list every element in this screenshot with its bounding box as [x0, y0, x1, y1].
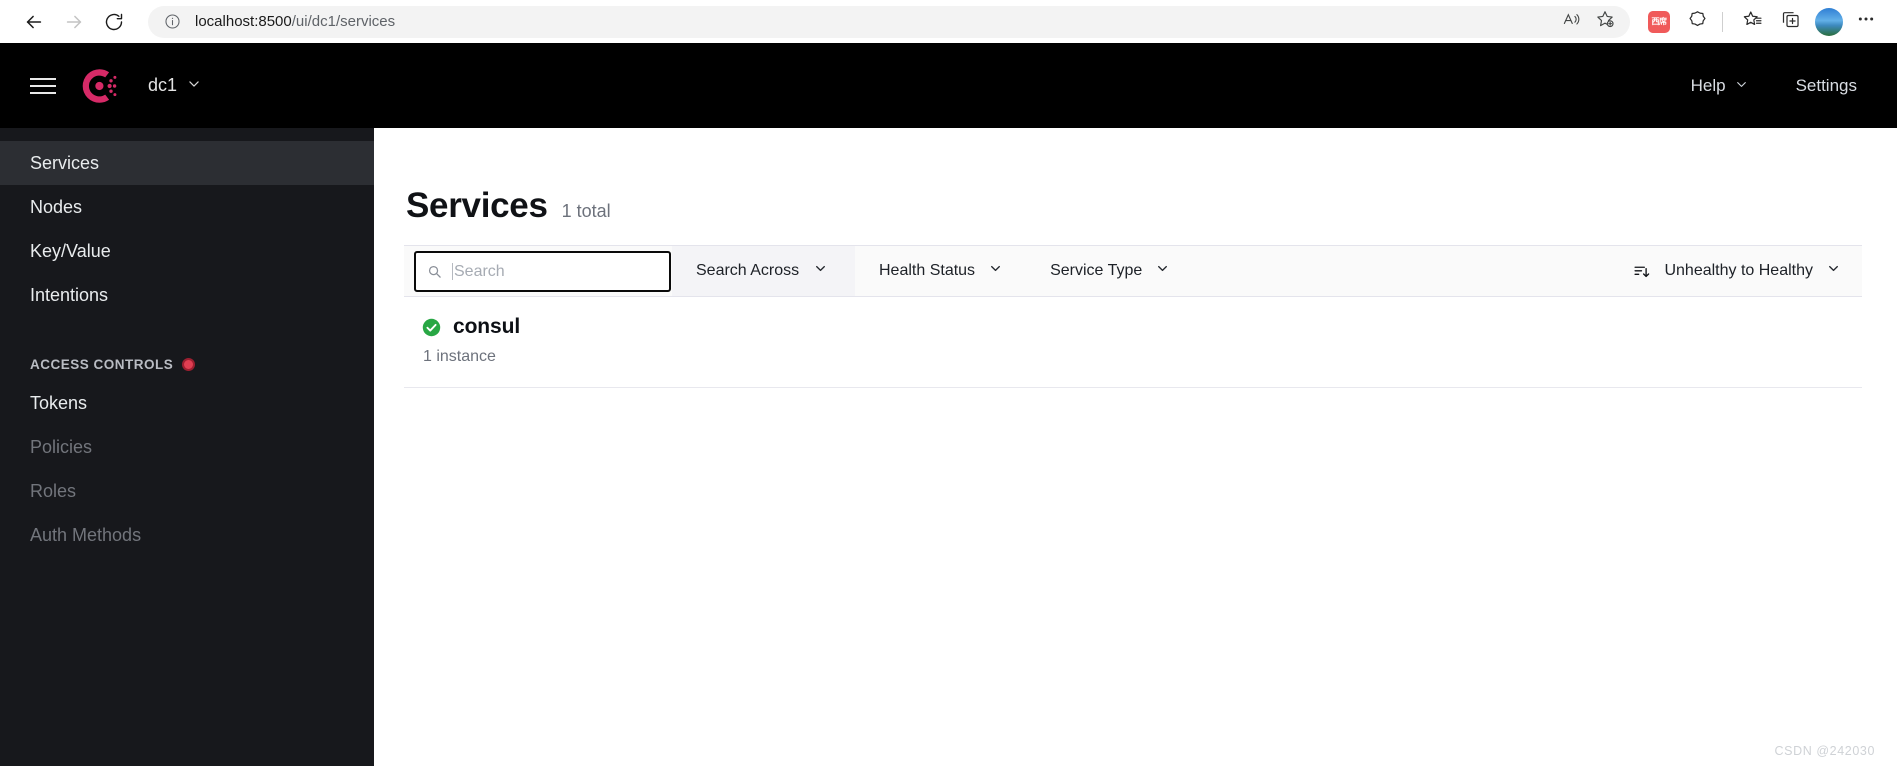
- browser-toolbar: localhost:8500/ui/dc1/services 西席: [0, 0, 1897, 43]
- consul-logo-icon[interactable]: [78, 65, 120, 107]
- datacenter-selector[interactable]: dc1: [148, 75, 201, 96]
- back-button[interactable]: [14, 4, 54, 40]
- sidebar-nav: Services Nodes Key/Value Intentions ACCE…: [0, 128, 374, 766]
- sidebar-item-label: Intentions: [30, 284, 109, 305]
- search-across-label: Search Across: [696, 262, 800, 279]
- filter-toolbar: Search Search Across Health Status Servi…: [404, 245, 1862, 297]
- help-label: Help: [1690, 75, 1726, 95]
- extension-button[interactable]: 西席: [1642, 5, 1676, 39]
- chevron-down-icon: [1735, 76, 1748, 96]
- url-path: /ui/dc1/services: [291, 13, 396, 30]
- service-instance-count: 1 instance: [423, 348, 496, 365]
- sidebar-item-policies[interactable]: Policies: [0, 425, 374, 469]
- text-cursor: [452, 263, 453, 280]
- split-screen-button[interactable]: [1773, 5, 1807, 39]
- sidebar-item-label: Auth Methods: [30, 524, 142, 545]
- sidebar-item-nodes[interactable]: Nodes: [0, 185, 374, 229]
- consul-header: dc1 Help Settings: [0, 43, 1897, 128]
- help-menu[interactable]: Help: [1691, 76, 1748, 96]
- sidebar-item-label: Tokens: [30, 392, 88, 413]
- address-bar-text: localhost:8500/ui/dc1/services: [195, 13, 1552, 30]
- sidebar-group-label: ACCESS CONTROLS: [30, 356, 174, 372]
- sidebar-item-label: Key/Value: [30, 240, 111, 261]
- sort-descending-icon: [1633, 263, 1650, 280]
- extension-badge: 西席: [1648, 10, 1670, 33]
- sidebar-item-label: Services: [30, 152, 100, 173]
- hamburger-menu-icon[interactable]: [30, 73, 56, 99]
- back-arrow-icon: [23, 11, 45, 33]
- more-options-button[interactable]: [1849, 5, 1883, 39]
- chevron-down-icon: [1827, 262, 1840, 280]
- collections-icon: [1687, 9, 1708, 35]
- forward-arrow-icon: [63, 11, 85, 33]
- service-title-row: consul: [422, 315, 1862, 339]
- search-input[interactable]: Search: [414, 251, 671, 292]
- watermark: CSDN @242030: [1774, 744, 1875, 758]
- chevron-down-icon: [1156, 262, 1169, 280]
- url-host: localhost:8500: [195, 13, 292, 30]
- service-type-dropdown[interactable]: Service Type: [1026, 246, 1193, 296]
- profile-avatar[interactable]: [1815, 7, 1843, 36]
- sidebar-item-tokens[interactable]: Tokens: [0, 381, 374, 425]
- sidebar-item-label: Nodes: [30, 196, 83, 217]
- read-aloud-icon: [1562, 10, 1581, 34]
- more-options-icon: [1856, 9, 1876, 34]
- toolbar-divider: [1722, 11, 1723, 32]
- health-status-dropdown[interactable]: Health Status: [855, 246, 1026, 296]
- main-content: Services 1 total Search Search Across He…: [374, 128, 1897, 766]
- sidebar-item-label: Policies: [30, 436, 93, 457]
- chevron-down-icon: [187, 75, 201, 96]
- favorites-button[interactable]: [1735, 5, 1769, 39]
- search-across-dropdown[interactable]: Search Across: [672, 246, 855, 296]
- read-aloud-button[interactable]: [1556, 8, 1586, 36]
- service-type-label: Service Type: [1050, 262, 1143, 279]
- split-screen-icon: [1780, 9, 1801, 35]
- settings-link[interactable]: Settings: [1796, 76, 1857, 96]
- search-group: Search Search Across: [404, 246, 855, 296]
- app-body: Services Nodes Key/Value Intentions ACCE…: [0, 128, 1897, 766]
- sidebar-item-label: Roles: [30, 480, 77, 501]
- page-header: Services 1 total: [404, 186, 1862, 226]
- page-total-count: 1 total: [561, 201, 611, 221]
- status-badge-icon: [182, 357, 196, 371]
- add-favorite-button[interactable]: [1590, 8, 1620, 36]
- sidebar-item-intentions[interactable]: Intentions: [0, 273, 374, 317]
- search-icon: [427, 264, 442, 279]
- search-placeholder: Search: [454, 262, 505, 280]
- add-favorite-icon: [1595, 9, 1615, 34]
- service-name: consul: [453, 315, 521, 338]
- sidebar-group-access-controls: ACCESS CONTROLS: [0, 347, 374, 381]
- list-item[interactable]: consul 1 instance: [404, 297, 1862, 388]
- reload-icon: [104, 12, 124, 32]
- chevron-down-icon: [814, 262, 827, 280]
- collections-button[interactable]: [1680, 5, 1714, 39]
- settings-label: Settings: [1795, 75, 1857, 95]
- page-title: Services: [406, 186, 548, 225]
- sidebar-item-services[interactable]: Services: [0, 141, 374, 185]
- check-circle-icon: [422, 318, 441, 337]
- sidebar-item-roles[interactable]: Roles: [0, 469, 374, 513]
- sort-label: Unhealthy to Healthy: [1664, 262, 1813, 279]
- datacenter-label: dc1: [148, 75, 178, 95]
- sidebar-item-key-value[interactable]: Key/Value: [0, 229, 374, 273]
- favorites-icon: [1742, 9, 1763, 35]
- chevron-down-icon: [989, 262, 1002, 280]
- sidebar-item-auth-methods[interactable]: Auth Methods: [0, 513, 374, 557]
- health-status-label: Health Status: [879, 262, 976, 279]
- sort-control[interactable]: Unhealthy to Healthy: [1633, 262, 1862, 280]
- reload-button[interactable]: [94, 4, 134, 40]
- address-bar[interactable]: localhost:8500/ui/dc1/services: [148, 5, 1630, 38]
- forward-button[interactable]: [54, 4, 94, 40]
- app-body-wrapper: Services Nodes Key/Value Intentions ACCE…: [0, 128, 1897, 766]
- site-info-icon[interactable]: [162, 12, 182, 32]
